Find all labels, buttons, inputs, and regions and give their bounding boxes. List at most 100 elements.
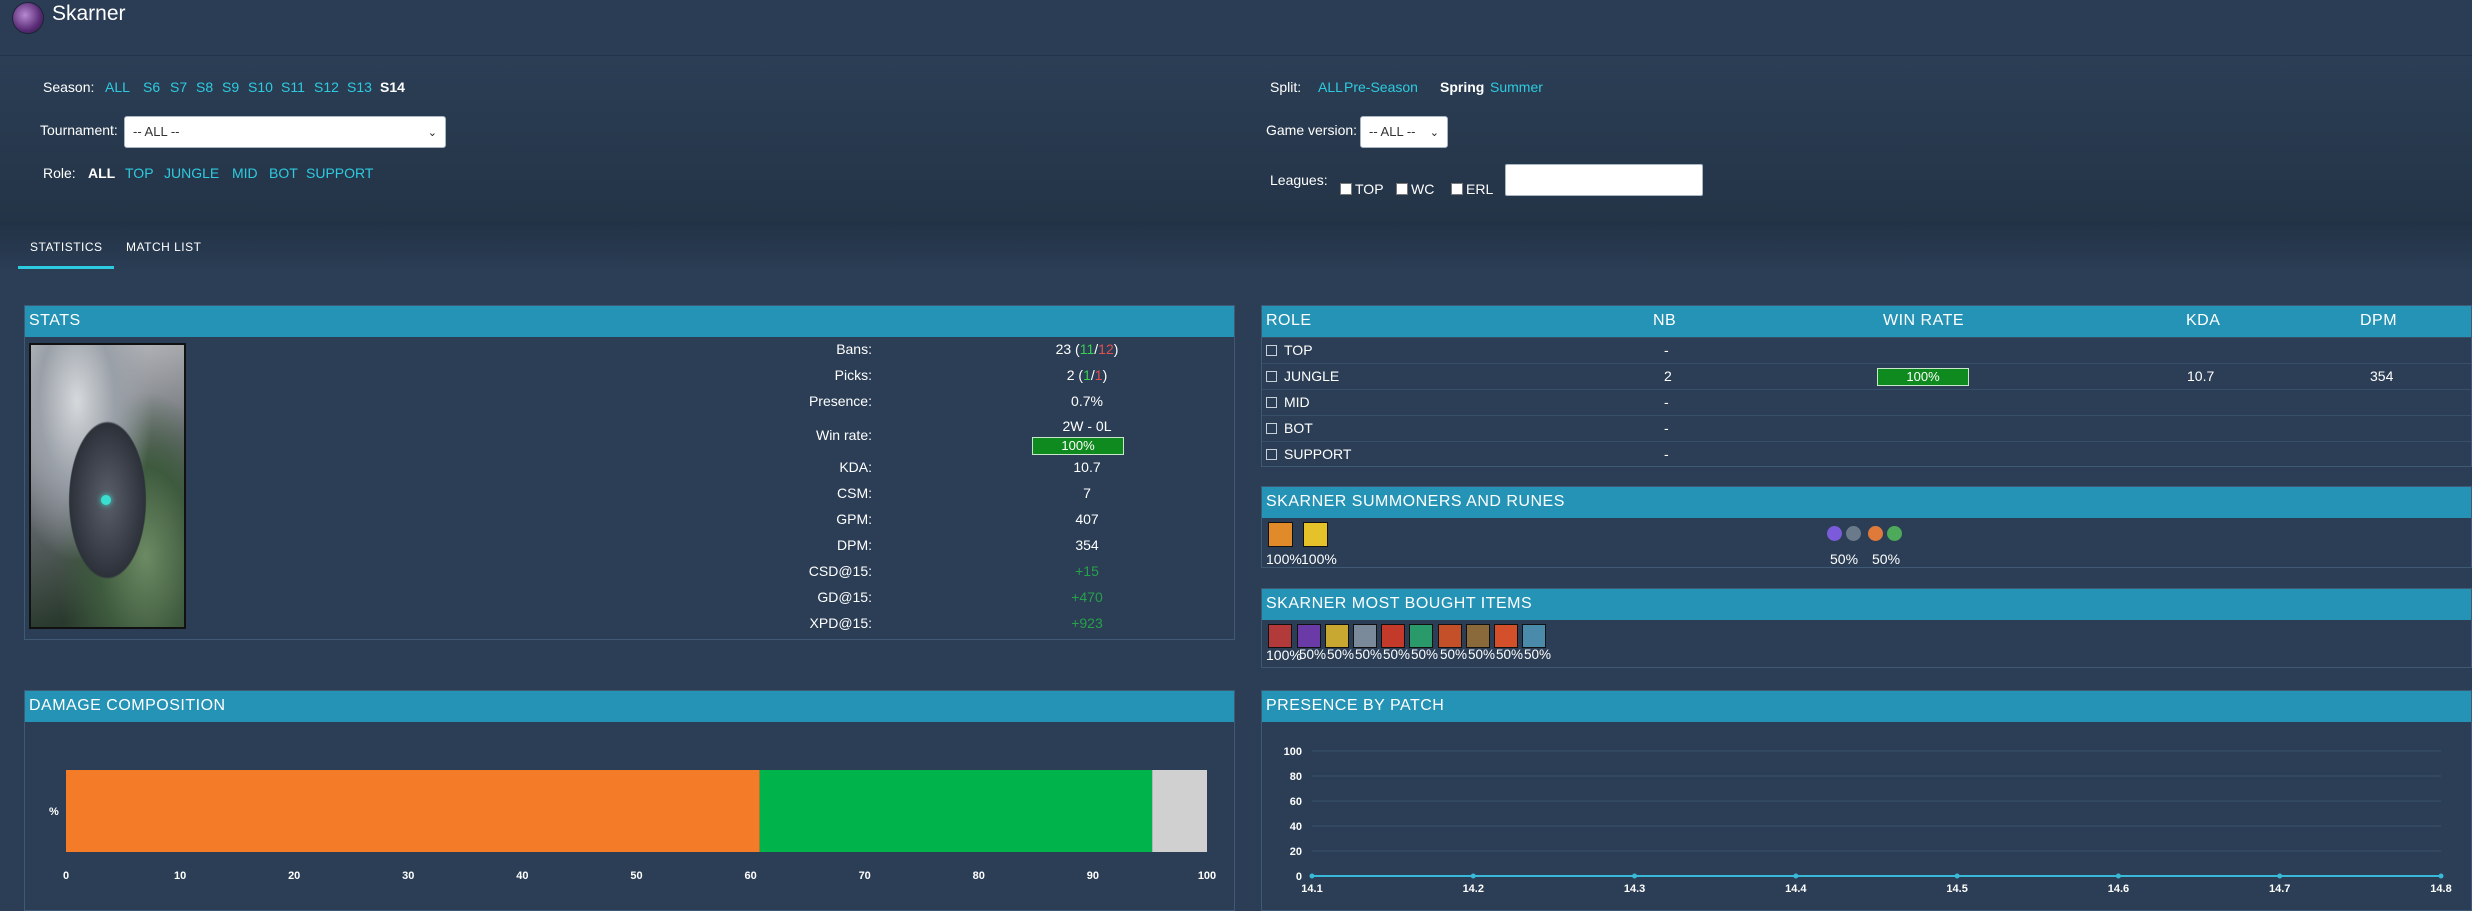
jungle-role-icon [1266, 371, 1277, 382]
damage-y-label: % [49, 806, 59, 818]
tab-bar: STATISTICS MATCH LIST [0, 222, 2472, 272]
stats-panel-title: STATS [25, 306, 1234, 337]
presence-label: Presence: [808, 393, 872, 409]
damage-segment-1 [759, 770, 1153, 852]
damage-segment-0 [66, 770, 760, 852]
presence-point[interactable] [2277, 873, 2283, 879]
presence-point[interactable] [1309, 873, 1315, 879]
rune-icon [1827, 526, 1842, 541]
checkbox-box[interactable] [1340, 183, 1352, 195]
season-option-s11[interactable]: S11 [281, 79, 305, 95]
stat-value-kda: 10.7 [1073, 459, 1101, 475]
stat-value-csm: 7 [1083, 485, 1091, 501]
bans-red: 12 [1098, 341, 1114, 357]
game-version-select-value: -- ALL -- [1369, 124, 1416, 139]
item-pct: 50% [1411, 647, 1439, 662]
win-rate-record: 2W - 0L [1062, 418, 1112, 434]
checkbox-box[interactable] [1451, 183, 1463, 195]
chevron-down-icon: ⌄ [427, 127, 437, 139]
item-icon [1325, 624, 1349, 648]
presence-x-tick: 14.8 [2430, 883, 2451, 895]
league-checkbox-top[interactable]: TOP [1340, 181, 1384, 197]
league-search-input[interactable] [1505, 164, 1703, 196]
presence-point[interactable] [2438, 873, 2444, 879]
tournament-select[interactable]: -- ALL -- ⌄ [124, 116, 446, 148]
game-version-label: Game version: [1266, 122, 1358, 138]
role-option-top[interactable]: TOP [125, 165, 154, 181]
role-nb: - [1664, 420, 1669, 436]
split-option-all[interactable]: ALL [1318, 79, 1343, 95]
stat-label-xpd-15: XPD@15: [809, 615, 872, 631]
league-checkbox-wc[interactable]: WC [1396, 181, 1434, 197]
split-option-summer[interactable]: Summer [1490, 79, 1543, 95]
role-row-jungle[interactable]: JUNGLE 2 100% 10.7 354 [1262, 363, 2471, 389]
season-option-s6[interactable]: S6 [143, 79, 160, 95]
presence-point[interactable] [2115, 873, 2121, 879]
season-option-s14[interactable]: S14 [380, 79, 405, 95]
items-panel: SKARNER MOST BOUGHT ITEMS 100% 50% 50% 50% 5… [1261, 588, 2472, 668]
season-option-s7[interactable]: S7 [170, 79, 187, 95]
item-icon [1353, 624, 1377, 648]
rune-pct: 50% [1872, 551, 1901, 567]
top-role-icon [1266, 345, 1277, 356]
damage-x-tick: 20 [288, 870, 300, 882]
role-table-header: ROLE NB WIN RATE KDA DPM [1262, 306, 2471, 337]
damage-x-tick: 0 [63, 870, 69, 882]
presence-y-tick: 80 [1290, 771, 1302, 783]
presence-x-tick: 14.1 [1301, 883, 1322, 895]
leagues-label: Leagues: [1270, 172, 1328, 188]
role-row-mid[interactable]: MID - [1262, 389, 2471, 415]
presence-value: 0.7% [1071, 393, 1103, 409]
season-option-s10[interactable]: S10 [248, 79, 273, 95]
season-option-s9[interactable]: S9 [222, 79, 239, 95]
col-dpm: DPM [2360, 312, 2398, 329]
split-option-spring[interactable]: Spring [1440, 79, 1484, 95]
items-panel-title: SKARNER MOST BOUGHT ITEMS [1262, 589, 2471, 620]
presence-point[interactable] [1954, 873, 1960, 879]
presence-y-tick: 20 [1290, 846, 1302, 858]
tournament-label: Tournament: [40, 122, 118, 138]
item-pct: 50% [1327, 647, 1355, 662]
bot-role-icon [1266, 423, 1277, 434]
split-option-pre-season[interactable]: Pre-Season [1344, 79, 1418, 95]
stat-label-csm: CSM: [837, 485, 872, 501]
presence-point[interactable] [1632, 873, 1638, 879]
item-pct: 100% [1266, 647, 1302, 663]
checkbox-box[interactable] [1396, 183, 1408, 195]
filters-panel: Season: ALL S6 S7 S8 S9 S10 S11 S12 S13 S14 Tourn… [0, 56, 2472, 222]
season-label: Season: [43, 79, 95, 95]
role-nb: - [1664, 342, 1669, 358]
rune-pct: 50% [1830, 551, 1859, 567]
role-option-jungle[interactable]: JUNGLE [164, 165, 219, 181]
tab-match-list[interactable]: MATCH LIST [126, 240, 201, 254]
season-option-s13[interactable]: S13 [347, 79, 372, 95]
role-row-bot[interactable]: BOT - [1262, 415, 2471, 441]
item-icon [1268, 624, 1292, 648]
role-option-all[interactable]: ALL [88, 165, 115, 181]
game-version-select[interactable]: -- ALL -- ⌄ [1360, 116, 1448, 148]
league-checkbox-erl[interactable]: ERL [1451, 181, 1493, 197]
tab-statistics[interactable]: STATISTICS [30, 240, 103, 254]
league-checkbox-label: ERL [1466, 181, 1494, 197]
presence-point[interactable] [1793, 873, 1799, 879]
picks-red: 1 [1094, 367, 1103, 383]
damage-x-tick: 30 [402, 870, 414, 882]
role-name: MID [1284, 394, 1310, 410]
presence-x-tick: 14.3 [1624, 883, 1645, 895]
item-pct: 50% [1355, 647, 1383, 662]
role-row-top[interactable]: TOP - [1262, 337, 2471, 363]
season-option-s12[interactable]: S12 [314, 79, 339, 95]
damage-x-tick: 90 [1087, 870, 1099, 882]
col-nb: NB [1653, 312, 1677, 329]
season-option-all[interactable]: ALL [105, 79, 130, 95]
season-option-s8[interactable]: S8 [196, 79, 213, 95]
item-icon [1297, 624, 1321, 648]
role-option-mid[interactable]: MID [232, 165, 258, 181]
role-option-bot[interactable]: BOT [269, 165, 298, 181]
role-row-support[interactable]: SUPPORT - [1262, 441, 2471, 467]
stat-label-csd-15: CSD@15: [808, 563, 872, 579]
role-option-support[interactable]: SUPPORT [306, 165, 373, 181]
damage-panel-title: DAMAGE COMPOSITION [25, 691, 1234, 722]
col-win-rate: WIN RATE [1883, 312, 1965, 329]
presence-point[interactable] [1470, 873, 1476, 879]
